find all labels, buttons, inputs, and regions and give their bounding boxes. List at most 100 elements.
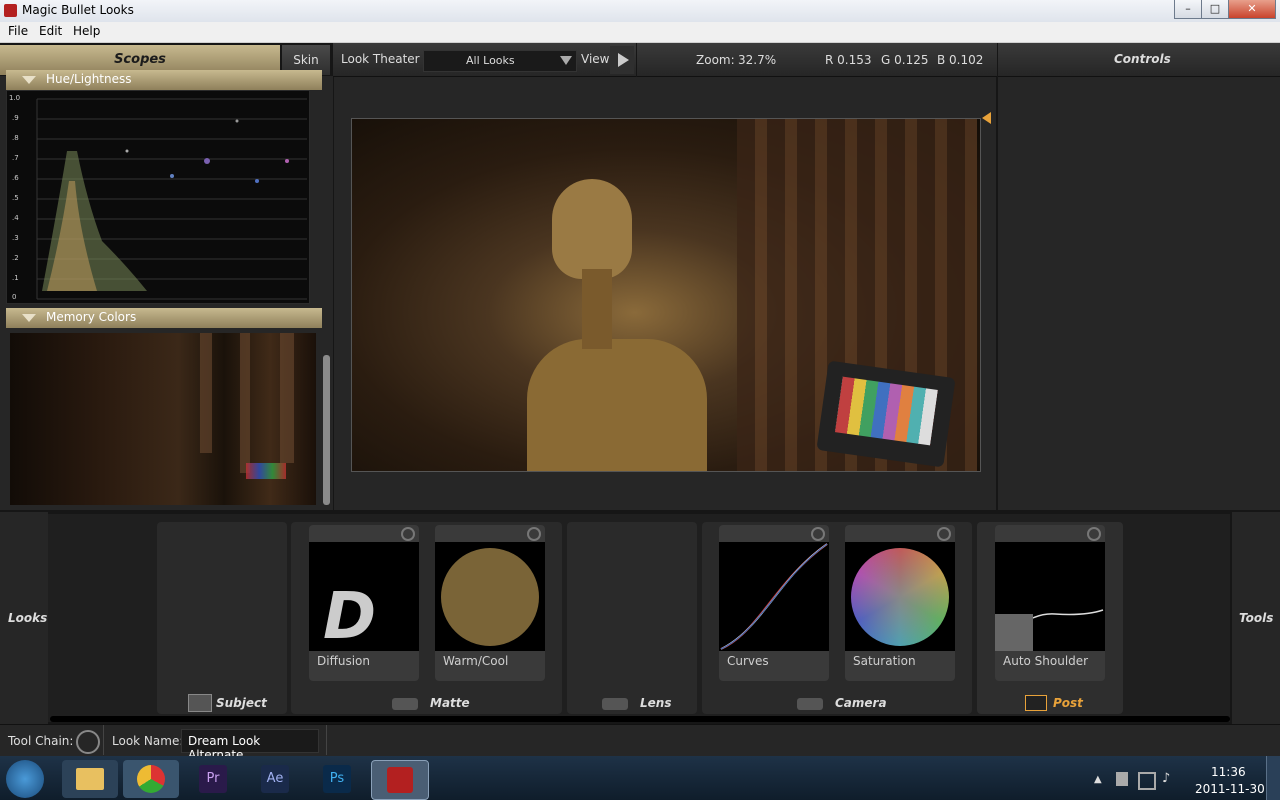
curves-graph xyxy=(720,543,828,650)
app-icon xyxy=(4,4,17,17)
scope-tick-01: .1 xyxy=(12,274,19,282)
readout-r: R 0.153 xyxy=(825,53,872,67)
auto-shoulder-thumbnail xyxy=(995,542,1105,651)
color-wheel-center xyxy=(851,548,949,646)
close-button[interactable]: ✕ xyxy=(1228,0,1276,19)
readout-b: B 0.102 xyxy=(937,53,984,67)
volume-icon[interactable]: ♪ xyxy=(1162,771,1170,786)
look-name-field[interactable]: Dream Look Alternate xyxy=(181,729,319,762)
minimize-button[interactable]: – xyxy=(1174,0,1202,19)
hue-lightness-scope: 1.0 .9 .8 .7 .6 .5 .4 .3 .2 .1 0 xyxy=(6,90,310,304)
window-title: Magic Bullet Looks xyxy=(22,3,134,17)
shoulder-block xyxy=(995,614,1033,651)
scope-tick-08: .8 xyxy=(12,134,19,142)
stage-subject-slot xyxy=(157,522,287,714)
power-icon[interactable] xyxy=(937,527,951,541)
tool-warm-cool[interactable]: Warm/Cool xyxy=(435,525,545,681)
collapse-icon xyxy=(22,76,36,84)
subject-icon xyxy=(188,694,212,712)
scope-tick-03: .3 xyxy=(12,234,19,242)
stage-post-label[interactable]: Post xyxy=(1053,696,1083,710)
view-label[interactable]: View xyxy=(581,52,609,66)
power-icon[interactable] xyxy=(811,527,825,541)
title-bar: Magic Bullet Looks – □ ✕ xyxy=(0,0,1280,22)
look-name-label: Look Name: xyxy=(112,734,184,748)
section-memory-colors[interactable]: Memory Colors xyxy=(6,308,322,328)
color-checker-device xyxy=(816,360,956,468)
lens-camera-icon xyxy=(602,698,628,710)
zoom-value: 32.7% xyxy=(738,53,777,67)
scope-tick-07: .7 xyxy=(12,154,19,162)
taskbar-explorer[interactable] xyxy=(62,760,118,798)
clock-date[interactable]: 2011-11-30 xyxy=(1195,782,1265,796)
start-button[interactable] xyxy=(6,760,44,798)
tool-saturation[interactable]: Saturation xyxy=(845,525,955,681)
tray-expand-icon[interactable]: ▲ xyxy=(1094,774,1102,785)
stage-camera-label[interactable]: Camera xyxy=(835,696,887,710)
taskbar-after-effects[interactable]: Ae xyxy=(247,760,303,798)
maximize-button[interactable]: □ xyxy=(1201,0,1229,19)
memory-colors-preview xyxy=(10,333,316,505)
taskbar-magic-bullet[interactable] xyxy=(371,760,429,800)
stage-lens-label[interactable]: Lens xyxy=(640,696,671,710)
warm-cool-thumbnail xyxy=(435,542,545,651)
menu-file[interactable]: File xyxy=(8,24,28,38)
stage-subject-label[interactable]: Subject xyxy=(216,696,267,710)
show-desktop-button[interactable] xyxy=(1266,756,1280,800)
tool-name: Warm/Cool xyxy=(443,654,509,668)
tool-name: Curves xyxy=(727,654,769,668)
looks-label[interactable]: Looks xyxy=(8,611,47,625)
taskbar-photoshop[interactable]: Ps xyxy=(309,760,365,798)
readout-g: G 0.125 xyxy=(881,53,929,67)
curves-thumbnail xyxy=(719,542,829,651)
tool-auto-shoulder[interactable]: Auto Shoulder xyxy=(995,525,1105,681)
flag-icon[interactable] xyxy=(1116,772,1128,786)
tool-curves[interactable]: Curves xyxy=(719,525,829,681)
clock-time[interactable]: 11:36 xyxy=(1211,765,1246,779)
color-wheel xyxy=(851,548,949,646)
controls-title: Controls xyxy=(1114,52,1171,66)
play-button[interactable] xyxy=(610,46,634,74)
photoshop-icon: Ps xyxy=(323,765,351,793)
diffusion-thumbnail: D xyxy=(309,542,419,654)
menu-edit[interactable]: Edit xyxy=(39,24,62,38)
taskbar-chrome[interactable] xyxy=(123,760,179,798)
power-icon[interactable] xyxy=(401,527,415,541)
looks-filter-dropdown[interactable]: All Looks xyxy=(423,50,577,72)
power-icon[interactable] xyxy=(1087,527,1101,541)
curtain-stripe xyxy=(280,333,294,463)
matte-camera-icon xyxy=(392,698,418,710)
magic-bullet-icon xyxy=(387,767,413,793)
premiere-icon: Pr xyxy=(199,765,227,793)
tool-name: Saturation xyxy=(853,654,916,668)
folder-icon xyxy=(76,768,104,790)
scopes-scrollbar[interactable] xyxy=(323,355,330,505)
section-hue-lightness[interactable]: Hue/Lightness xyxy=(6,70,322,90)
tools-label[interactable]: Tools xyxy=(1239,611,1273,625)
controls-panel xyxy=(998,77,1280,510)
diffusion-d-icon: D xyxy=(323,580,377,654)
divider xyxy=(326,725,327,755)
taskbar-premiere[interactable]: Pr xyxy=(185,760,241,798)
stage-matte-label[interactable]: Matte xyxy=(430,696,470,710)
power-icon[interactable] xyxy=(527,527,541,541)
color-chart-swatches xyxy=(246,463,286,479)
menu-help[interactable]: Help xyxy=(73,24,100,38)
divider xyxy=(103,725,104,755)
viewer-marker-icon[interactable] xyxy=(982,112,991,124)
preview-image[interactable] xyxy=(351,118,981,472)
tool-chain-power-icon[interactable] xyxy=(76,730,100,754)
scope-tick-05: .5 xyxy=(12,194,19,202)
skeleton-torso xyxy=(527,339,707,471)
tool-name: Diffusion xyxy=(317,654,370,668)
stage-lens-slot xyxy=(567,522,697,714)
look-theater-label: Look Theater xyxy=(341,52,420,66)
network-icon[interactable] xyxy=(1138,772,1156,790)
skeleton-skull xyxy=(552,179,632,279)
section-memory-label: Memory Colors xyxy=(46,310,137,324)
tool-diffusion[interactable]: D Diffusion xyxy=(309,525,419,681)
section-hue-label: Hue/Lightness xyxy=(46,72,132,86)
scope-tick-06: .6 xyxy=(12,174,19,182)
tool-chain-scrollbar[interactable] xyxy=(50,716,1230,722)
play-icon xyxy=(618,53,629,67)
